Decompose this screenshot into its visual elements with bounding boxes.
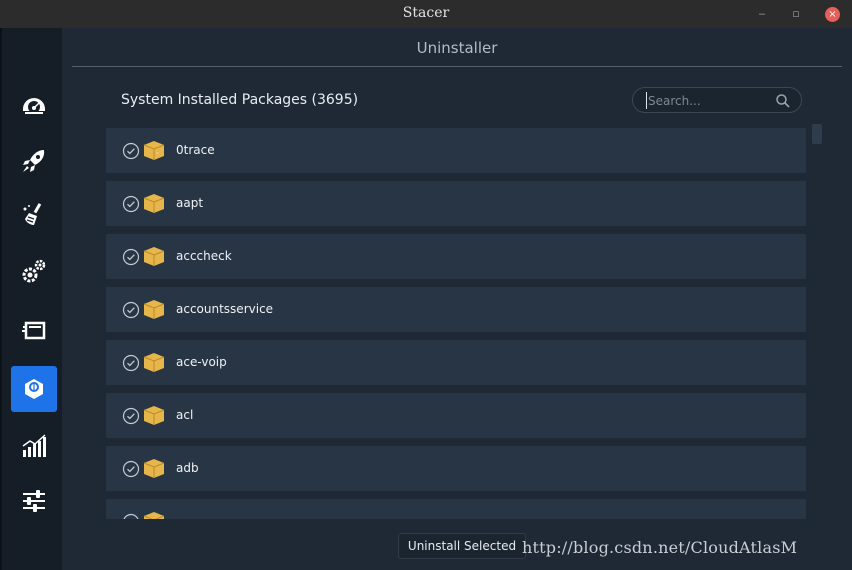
cleaner-broom-icon — [23, 203, 42, 225]
sidebar-item-uninstaller[interactable] — [11, 366, 57, 412]
search-icon[interactable] — [775, 93, 791, 109]
close-button[interactable]: × — [825, 7, 840, 22]
checked-icon[interactable] — [122, 248, 140, 266]
package-name: accountsservice — [176, 302, 274, 316]
package-row[interactable]: accountsservice — [106, 287, 806, 332]
package-box-icon — [143, 194, 165, 213]
package-row[interactable] — [106, 499, 806, 519]
package-box-icon — [143, 459, 165, 478]
package-box-icon — [143, 406, 165, 425]
sidebar-item-services[interactable] — [11, 248, 57, 294]
uninstall-selected-button[interactable]: Uninstall Selected — [398, 533, 526, 559]
sidebar — [0, 28, 62, 570]
minimize-button[interactable]: ‒ — [754, 6, 770, 22]
package-row[interactable]: acccheck — [106, 234, 806, 279]
sidebar-item-settings[interactable] — [11, 478, 57, 524]
sidebar-item-cleaner[interactable] — [11, 191, 57, 237]
page-header: Uninstaller — [72, 28, 842, 67]
package-name: aapt — [176, 196, 204, 210]
package-name: 0trace — [176, 143, 215, 157]
checked-icon[interactable] — [122, 513, 140, 519]
checked-icon[interactable] — [122, 195, 140, 213]
sidebar-item-startup[interactable] — [11, 138, 57, 184]
package-box-icon — [143, 353, 165, 372]
dashboard-icon — [23, 98, 45, 114]
settings-sliders-icon — [23, 490, 45, 512]
page-title: Uninstaller — [416, 39, 498, 57]
package-row[interactable]: 0trace — [106, 128, 806, 173]
package-row[interactable]: aapt — [106, 181, 806, 226]
window-title: Stacer — [402, 5, 450, 21]
package-box-icon — [143, 141, 165, 160]
processes-icon — [22, 321, 46, 340]
package-name: adb — [176, 461, 199, 475]
checked-icon[interactable] — [122, 142, 140, 160]
package-name: acl — [176, 408, 194, 422]
sidebar-item-dashboard[interactable] — [11, 81, 57, 127]
checked-icon[interactable] — [122, 460, 140, 478]
sidebar-item-processes[interactable] — [11, 308, 57, 354]
package-box-icon — [143, 512, 165, 519]
package-box-icon — [143, 247, 165, 266]
resources-chart-icon — [22, 434, 46, 457]
startup-rocket-icon — [23, 150, 45, 172]
packages-title: System Installed Packages (3695) — [121, 92, 359, 108]
window-titlebar: Stacer ‒ ▫ × — [0, 0, 852, 28]
package-row[interactable]: acl — [106, 393, 806, 438]
uninstaller-icon — [25, 379, 43, 399]
package-name: acccheck — [176, 249, 232, 263]
package-box-icon — [143, 300, 165, 319]
checked-icon[interactable] — [122, 301, 140, 319]
checked-icon[interactable] — [122, 354, 140, 372]
sidebar-item-resources[interactable] — [11, 423, 57, 469]
package-list: 0trace aapt acccheck accountsservice ace… — [106, 128, 806, 519]
package-row[interactable]: adb — [106, 446, 806, 491]
list-scrollbar[interactable] — [812, 124, 822, 144]
maximize-button[interactable]: ▫ — [788, 6, 804, 22]
package-name: ace-voip — [176, 355, 227, 369]
search-input[interactable] — [646, 92, 766, 109]
checked-icon[interactable] — [122, 407, 140, 425]
watermark-text: http://blog.csdn.net/CloudAtlasM — [522, 538, 798, 557]
services-gears-icon — [22, 259, 46, 283]
search-box — [632, 87, 802, 113]
package-row[interactable]: ace-voip — [106, 340, 806, 385]
